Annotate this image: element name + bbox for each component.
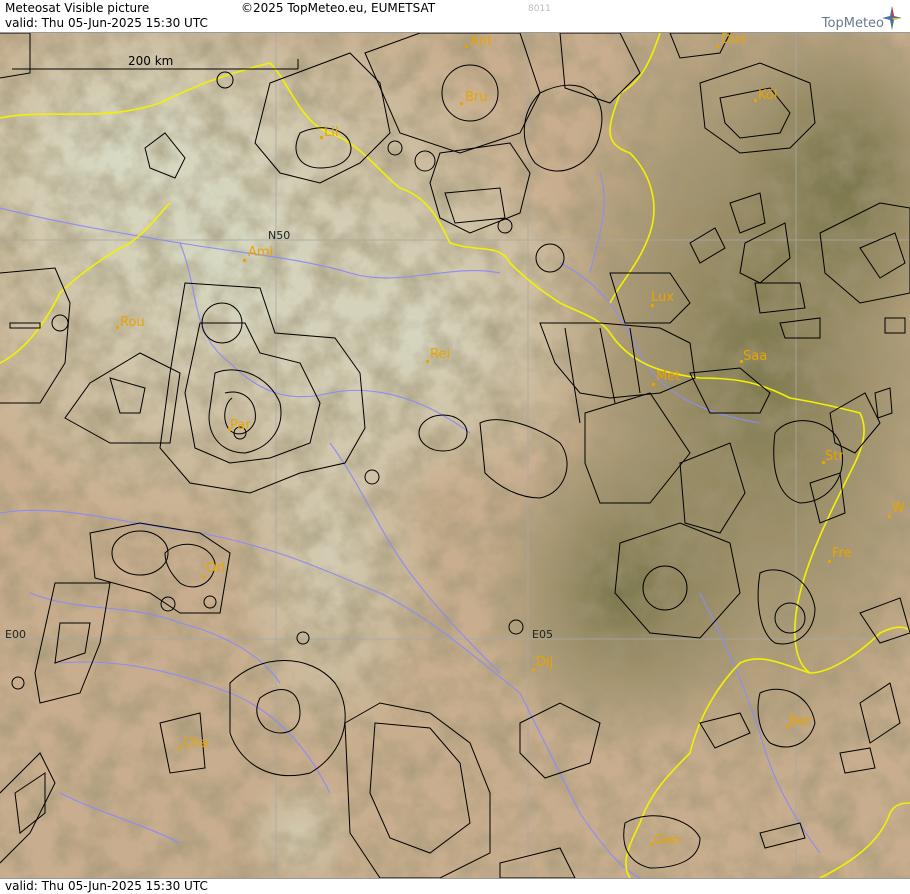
city-cha: Cha <box>178 736 208 751</box>
city-label-met: Met <box>656 369 680 384</box>
city-fre: Fre <box>828 546 852 563</box>
city-label-bru: Bru <box>465 90 488 105</box>
city-label-lux: Lux <box>651 290 674 305</box>
city-label-orl: Orl <box>206 561 225 576</box>
city-label-cha: Cha <box>183 736 208 751</box>
city-par: Par <box>228 418 251 433</box>
city-ami: Ami <box>243 245 273 262</box>
city-gen: Gen <box>650 833 680 848</box>
header-bar: Meteosat Visible picture valid: Thu 05-J… <box>0 0 910 33</box>
city-met: Met <box>652 369 680 386</box>
city-str: Str <box>822 449 844 464</box>
valid-time: valid: Thu 05-Jun-2025 15:30 UTC <box>5 16 208 30</box>
city-label-gen: Gen <box>654 833 680 848</box>
image-code: 8011 <box>528 4 551 14</box>
grid-label-n50: N50 <box>268 229 290 242</box>
city-label-rei: Rei <box>430 347 450 362</box>
city-label-par: Par <box>230 418 251 433</box>
city-lux: Lux <box>651 290 674 307</box>
city-label-rou: Rou <box>120 315 145 330</box>
city-dus: Düs <box>716 33 746 48</box>
city-kol: Köl <box>754 88 777 103</box>
city-ant: Ant <box>465 34 492 49</box>
city-label-str: Str <box>825 449 844 464</box>
city-rou: Rou <box>116 315 145 330</box>
footer-bar: valid: Thu 05-Jun-2025 15:30 UTC <box>0 878 910 894</box>
city-label-ami: Ami <box>248 245 273 260</box>
city-label-dus: Düs <box>721 33 746 47</box>
city-label-lil: Lil <box>324 125 338 140</box>
city-dij: Dij <box>532 655 553 671</box>
satellite-map[interactable]: N50 E00 E05 200 km Ant Düs Bru Köl Lil A… <box>0 33 910 878</box>
city-label-ber: Ber <box>789 714 812 729</box>
footer-valid-time: valid: Thu 05-Jun-2025 15:30 UTC <box>5 879 208 893</box>
city-rei: Rei <box>426 347 450 363</box>
city-ber: Ber <box>786 714 812 729</box>
compass-star-icon <box>882 6 902 30</box>
grid-label-e05: E05 <box>532 628 553 641</box>
city-label-kol: Köl <box>758 88 777 103</box>
city-label-dij: Dij <box>536 655 553 670</box>
logo-text: TopMeteo <box>821 16 884 31</box>
city-label-saa: Saa <box>743 349 767 364</box>
city-saa: Saa <box>740 349 767 364</box>
scale-label: 200 km <box>128 54 173 68</box>
city-orl: Orl <box>202 561 225 578</box>
topmeteo-logo[interactable]: TopMeteo <box>802 6 902 32</box>
grid-label-e00: E00 <box>5 628 26 641</box>
city-bru: Bru <box>460 90 488 105</box>
product-title: Meteosat Visible picture <box>5 1 150 15</box>
city-label-w: W <box>892 501 905 516</box>
copyright: ©2025 TopMeteo.eu, EUMETSAT <box>241 1 436 15</box>
city-label-ant: Ant <box>470 34 492 49</box>
city-label-fre: Fre <box>832 546 852 561</box>
